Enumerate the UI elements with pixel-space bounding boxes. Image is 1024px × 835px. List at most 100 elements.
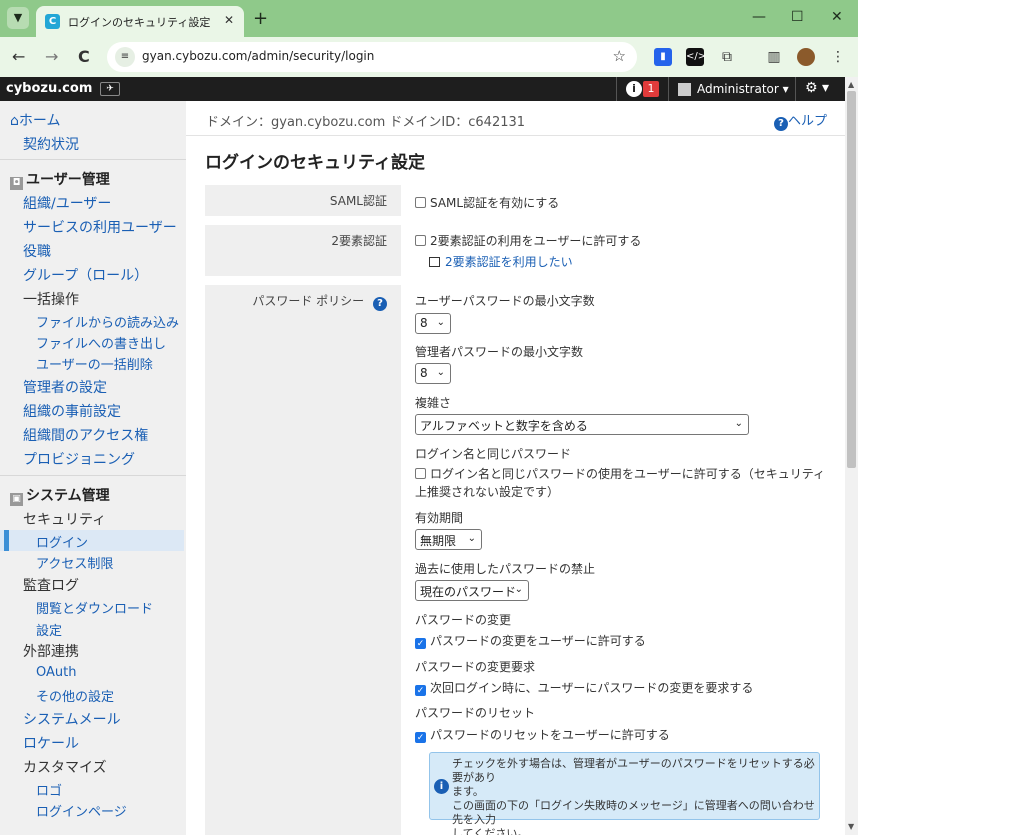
sidebar-item-groups[interactable]: グループ（ロール） — [23, 265, 148, 285]
min-admin-length-select[interactable]: 8 ⌄ — [415, 363, 451, 384]
checkbox-checked[interactable]: ✓ — [415, 685, 426, 696]
tab-search-button[interactable]: ▼ — [7, 7, 29, 29]
notification-badge[interactable]: 1 — [643, 81, 659, 97]
checkbox-unchecked[interactable] — [415, 468, 426, 479]
change-allow-checkbox[interactable]: ✓ パスワードの変更をユーザーに許可する — [415, 632, 646, 649]
sidebar-item-login[interactable]: ログイン — [36, 532, 88, 551]
checkbox-unchecked[interactable] — [415, 197, 426, 208]
same-as-login-label: ログイン名と同じパスワード — [415, 447, 572, 461]
sidebar-item-security: セキュリティ — [23, 512, 107, 528]
cybozu-favicon-icon: C — [45, 14, 60, 29]
sidebar-item-audit-log: 監査ログ — [23, 578, 79, 594]
bookmark-star-icon[interactable]: ☆ — [613, 47, 626, 65]
sidebar-item-org-users[interactable]: 組織/ユーザー — [23, 193, 111, 213]
sidebar-item-import-file[interactable]: ファイルからの読み込み — [36, 312, 179, 331]
policy-label-cell: パスワード ポリシー ? — [205, 285, 401, 835]
sidebar-item-admin-settings[interactable]: 管理者の設定 — [23, 377, 107, 397]
checkbox-checked[interactable]: ✓ — [415, 732, 426, 743]
cybozu-logo[interactable]: cybozu.com — [6, 81, 92, 96]
history-select[interactable]: 現在のパスワード ⌄ — [415, 580, 529, 601]
min-admin-length-label: 管理者パスワードの最小文字数 — [415, 345, 584, 359]
sidebar-item-logo[interactable]: ロゴ — [36, 780, 62, 799]
scrollbar-thumb[interactable] — [847, 91, 856, 468]
extensions-puzzle-icon[interactable]: ⧉ — [718, 48, 736, 66]
change-label: パスワードの変更 — [415, 613, 512, 627]
chevron-down-icon: ⌄ — [734, 418, 743, 429]
address-bar[interactable]: ≡ gyan.cybozu.com/admin/security/login ☆ — [107, 42, 637, 72]
same-as-login-checkbox[interactable]: ログイン名と同じパスワードの使用をユーザーに許可する（セキュリティ — [415, 465, 825, 482]
maximize-button[interactable]: ☐ — [791, 9, 804, 25]
twofa-label-cell: 2要素認証 — [205, 225, 401, 276]
reset-allow-checkbox[interactable]: ✓ パスワードのリセットをユーザーに許可する — [415, 726, 670, 743]
close-window-button[interactable]: ✕ — [831, 9, 843, 25]
forward-arrow-icon[interactable]: → — [45, 47, 58, 66]
app-header: cybozu.com ✈ i 1 Administrator ▾ ⚙ ▾ — [0, 77, 845, 101]
help-question-icon: ? — [773, 117, 788, 131]
change-request-checkbox[interactable]: ✓ 次回ログイン時に、ユーザーにパスワードの変更を要求する — [415, 679, 753, 696]
home-icon: ⌂ — [10, 113, 19, 129]
sidebar-item-locale[interactable]: ロケール — [23, 733, 79, 753]
user-icon: ◘ — [10, 177, 23, 190]
scroll-down-icon[interactable]: ▼ — [848, 822, 854, 831]
page-scrollbar[interactable]: ▲ ▼ — [845, 77, 858, 835]
expiry-select[interactable]: 無期限 ⌄ — [415, 529, 482, 550]
sidebar-item-org-access[interactable]: 組織間のアクセス権 — [23, 425, 148, 445]
header-divider — [668, 77, 669, 101]
sidebar-item-export-file[interactable]: ファイルへの書き出し — [36, 333, 166, 352]
sidebar-item-service-users[interactable]: サービスの利用ユーザー — [23, 217, 177, 237]
sidebar-item-org-presets[interactable]: 組織の事前設定 — [23, 401, 121, 421]
sidebar-item-audit-settings[interactable]: 設定 — [36, 620, 62, 639]
sidebar-item-bulk-delete[interactable]: ユーザーの一括削除 — [36, 354, 153, 373]
chevron-down-icon: ⌄ — [467, 533, 476, 544]
checkbox-checked[interactable]: ✓ — [415, 638, 426, 649]
info-icon: i — [434, 779, 449, 794]
browser-tab[interactable]: C ログインのセキュリティ設定 ✕ — [36, 6, 244, 37]
help-link[interactable]: ? ヘルプ — [773, 110, 827, 131]
reset-notice: i チェックを外す場合は、管理者がユーザーのパスワードをリセットする必要があり … — [429, 752, 820, 835]
twofa-label: 2要素認証 — [331, 234, 387, 248]
minimize-button[interactable]: — — [752, 9, 766, 25]
sidebar-item-system-mail[interactable]: システムメール — [23, 709, 121, 729]
checkbox-unchecked[interactable] — [415, 235, 426, 246]
side-panel-icon[interactable]: ▥ — [765, 48, 783, 66]
sidebar-item-home[interactable]: ⌂ホーム — [10, 110, 60, 130]
sidebar-item-other-settings[interactable]: その他の設定 — [36, 686, 114, 705]
profile-avatar[interactable] — [797, 48, 815, 66]
chevron-down-icon: ⌄ — [436, 367, 445, 378]
extension-code-icon[interactable]: </> — [686, 48, 706, 66]
complexity-label: 複雑さ — [415, 396, 452, 410]
cybozu-bird-icon: ✈ — [100, 82, 120, 96]
sidebar-item-roles[interactable]: 役職 — [23, 241, 51, 261]
settings-gear-icon[interactable]: ⚙ ▾ — [805, 80, 829, 96]
sidebar-selected-highlight — [0, 530, 184, 551]
min-user-length-select[interactable]: 8 ⌄ — [415, 313, 451, 334]
reload-icon[interactable]: C — [78, 47, 90, 66]
tab-title: ログインのセキュリティ設定 — [68, 16, 211, 29]
saml-enable-checkbox[interactable]: SAML認証を有効にする — [415, 194, 559, 211]
sidebar-item-contract[interactable]: 契約状況 — [23, 134, 79, 154]
browser-menu-icon[interactable]: ⋮ — [829, 48, 847, 66]
site-info-icon[interactable]: ≡ — [115, 47, 135, 67]
sidebar-item-oauth[interactable]: OAuth — [36, 665, 76, 680]
twofa-link[interactable]: 2要素認証を利用したい — [429, 253, 573, 270]
sidebar-selected-indicator — [4, 530, 9, 551]
scroll-up-icon[interactable]: ▲ — [848, 80, 854, 89]
page-title: ログインのセキュリティ設定 — [205, 153, 425, 173]
sidebar-divider — [0, 475, 186, 476]
twofa-allow-checkbox[interactable]: 2要素認証の利用をユーザーに許可する — [415, 232, 641, 249]
back-arrow-icon[interactable]: ← — [12, 47, 25, 66]
sidebar-item-provisioning[interactable]: プロビジョニング — [23, 449, 135, 469]
sidebar-item-access-control[interactable]: アクセス制限 — [36, 553, 113, 572]
system-icon: ▣ — [10, 493, 23, 506]
url-text[interactable]: gyan.cybozu.com/admin/security/login — [142, 49, 374, 63]
info-icon[interactable]: i — [626, 81, 642, 97]
new-tab-button[interactable]: + — [253, 8, 268, 29]
sidebar-item-view-download[interactable]: 閲覧とダウンロード — [36, 598, 153, 617]
tab-close-icon[interactable]: ✕ — [224, 13, 234, 27]
policy-help-icon[interactable]: ? — [373, 297, 387, 311]
browser-window: ▼ C ログインのセキュリティ設定 ✕ + — ☐ ✕ ← → C ≡ gyan… — [0, 0, 858, 835]
complexity-select[interactable]: アルファベットと数字を含める ⌄ — [415, 414, 749, 435]
extension-translate-icon[interactable]: ▮ — [654, 48, 672, 66]
user-menu[interactable]: Administrator ▾ — [697, 82, 789, 96]
sidebar-item-login-page[interactable]: ログインページ — [36, 801, 127, 820]
